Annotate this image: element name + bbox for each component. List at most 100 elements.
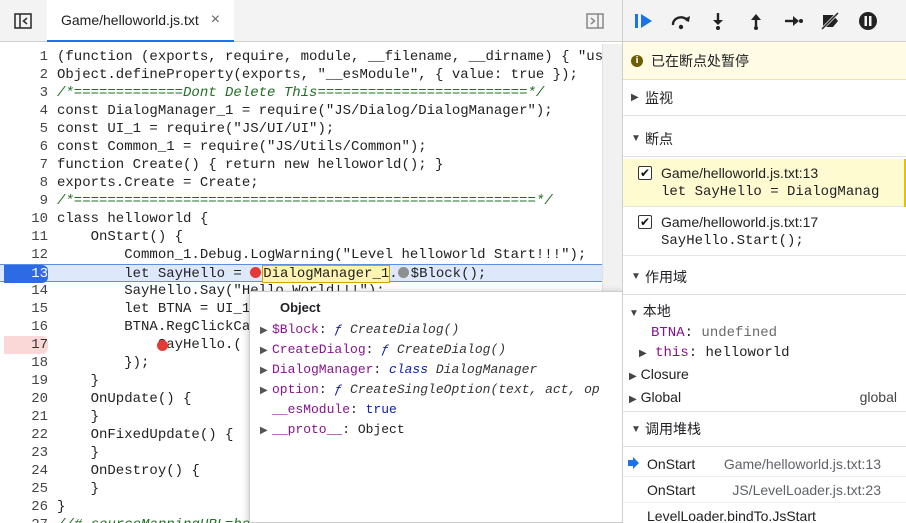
breakpoint-item[interactable]: ✔ Game/helloworld.js.txt:13 let SayHello…	[623, 159, 906, 207]
callstack-section-header[interactable]: ▼ 调用堆栈	[623, 411, 906, 447]
tab-helloworld-file[interactable]: Game/helloworld.js.txt ×	[47, 0, 235, 42]
line-number[interactable]: 24	[0, 462, 48, 480]
object-property[interactable]: ▶ CreateDialog: ƒ CreateDialog()	[260, 340, 620, 360]
scope-closure[interactable]: ▶ Closure	[629, 364, 906, 384]
toggle-navigator-icon[interactable]	[14, 12, 32, 30]
line-number[interactable]: 10	[0, 210, 48, 228]
line-text: }	[57, 444, 99, 462]
code-line[interactable]: 9 /*=====================================…	[0, 192, 602, 210]
code-line[interactable]: 3 /*=============Dont Delete This========…	[0, 84, 602, 102]
line-source: BTNA.RegClickCal	[57, 319, 259, 335]
code-line[interactable]: 13 let SayHello = DialogManager_1. $Block…	[0, 264, 602, 283]
scope-local-label: 本地	[642, 303, 671, 319]
call-frame[interactable]: OnStart JS/LevelLoader.js.txt:23	[623, 477, 906, 503]
watch-section-header[interactable]: ▶ 监视	[623, 80, 906, 116]
code-line[interactable]: 7 function Create() { return new hellowor…	[0, 156, 602, 174]
property-key: $Block	[272, 322, 319, 337]
line-number[interactable]: 11	[0, 228, 48, 246]
line-number[interactable]: 27	[0, 516, 48, 523]
scope-local-header[interactable]: ▼ 本地	[629, 301, 906, 321]
line-source: (function (exports, require, module, __f…	[57, 49, 602, 65]
line-source: }	[57, 409, 100, 425]
scope-var-this[interactable]: ▶ this: helloworld	[639, 343, 906, 363]
line-number[interactable]: 23	[0, 444, 48, 462]
line-source: OnStart() {	[57, 229, 184, 245]
code-line[interactable]: 11 OnStart() {	[0, 228, 602, 246]
line-source: let BTNA = UI_1	[57, 301, 251, 317]
line-number[interactable]: 19	[0, 372, 48, 390]
line-number[interactable]: 16	[0, 318, 48, 336]
line-number[interactable]: 4	[0, 102, 48, 120]
breakpoint-item[interactable]: ✔ Game/helloworld.js.txt:17 SayHello.Sta…	[623, 208, 906, 256]
resume-icon[interactable]	[633, 11, 655, 31]
toggle-debugger-icon[interactable]	[586, 12, 604, 30]
code-line[interactable]: 8 exports.Create = Create;	[0, 174, 602, 192]
line-number[interactable]: 13	[4, 265, 48, 283]
code-line[interactable]: 10 class helloworld {	[0, 210, 602, 228]
line-number[interactable]: 26	[0, 498, 48, 516]
object-property[interactable]: __esModule: true	[260, 400, 620, 420]
scope-global[interactable]: ▶ Global global	[629, 387, 906, 407]
line-text: });	[57, 354, 149, 372]
line-number[interactable]: 14	[0, 282, 48, 300]
line-number[interactable]: 9	[0, 192, 48, 210]
breakpoint-code: SayHello.Start();	[661, 233, 804, 249]
line-source: const UI_1 = require("JS/UI/UI");	[57, 121, 335, 137]
line-number[interactable]: 12	[0, 246, 48, 264]
line-number[interactable]: 20	[0, 390, 48, 408]
line-number[interactable]: 7	[0, 156, 48, 174]
code-line[interactable]: 12 Common_1.Debug.LogWarning("Level hell…	[0, 246, 602, 264]
property-separator: :	[318, 382, 335, 397]
property-key: DialogManager	[272, 362, 374, 377]
line-number[interactable]: 25	[0, 480, 48, 498]
line-number[interactable]: 22	[0, 426, 48, 444]
line-number[interactable]: 15	[0, 300, 48, 318]
line-number[interactable]: 8	[0, 174, 48, 192]
call-frame[interactable]: LevelLoader.bindTo.JsStart	[623, 503, 906, 523]
object-property[interactable]: ▶ option: ƒ CreateSingleOption(text, act,…	[260, 380, 620, 400]
line-number[interactable]: 21	[0, 408, 48, 426]
breakpoint-file: Game/helloworld.js.txt:13	[661, 165, 819, 181]
line-number[interactable]: 18	[0, 354, 48, 372]
line-source: SayHello.(	[57, 337, 242, 353]
step-icon[interactable]	[782, 11, 804, 31]
step-into-icon[interactable]	[707, 11, 729, 31]
line-number[interactable]: 1	[0, 48, 48, 66]
paused-banner: i 已在断点处暂停	[623, 42, 906, 80]
collapse-arrow-icon: ▼	[631, 423, 641, 435]
popover-title: Object	[280, 300, 321, 315]
line-number[interactable]: 6	[0, 138, 48, 156]
code-line[interactable]: 2 Object.defineProperty(exports, "__esMod…	[0, 66, 602, 84]
debugger-toolbar	[623, 0, 906, 42]
line-number[interactable]: 3	[0, 84, 48, 102]
close-tab-icon[interactable]: ×	[211, 11, 220, 29]
code-line[interactable]: 6 const Common_1 = require("JS/Utils/Comm…	[0, 138, 602, 156]
scope-section-header[interactable]: ▼ 作用域	[623, 259, 906, 295]
line-number[interactable]: 5	[0, 120, 48, 138]
inline-breakpoint-icon[interactable]	[250, 267, 262, 278]
pause-on-exceptions-icon[interactable]	[857, 11, 879, 31]
inline-breakpoint-icon[interactable]	[157, 340, 168, 351]
code-line[interactable]: 5 const UI_1 = require("JS/UI/UI");	[0, 120, 602, 138]
property-key: __proto__	[272, 422, 343, 437]
breakpoints-section-header[interactable]: ▼ 断点	[623, 121, 906, 157]
hovered-expression[interactable]: DialogManager_1	[262, 265, 391, 283]
code-line[interactable]: 1 (function (exports, require, module, __…	[0, 48, 602, 66]
step-over-icon[interactable]	[670, 11, 692, 31]
line-source: const DialogManager_1 = require("JS/Dial…	[57, 103, 553, 119]
object-property[interactable]: ▶ __proto__: Object	[260, 420, 620, 440]
object-property[interactable]: ▶ $Block: ƒ CreateDialog()	[260, 320, 620, 340]
call-frame[interactable]: OnStart Game/helloworld.js.txt:13	[623, 451, 906, 477]
scope-var-btna[interactable]: BTNA: undefined	[651, 323, 906, 343]
line-number[interactable]: 2	[0, 66, 48, 84]
object-property[interactable]: ▶ DialogManager: class DialogManager	[260, 360, 620, 380]
deactivate-breakpoints-icon[interactable]	[819, 11, 841, 31]
line-source: });	[57, 355, 150, 371]
inline-breakpoint-icon[interactable]	[397, 267, 409, 278]
breakpoint-checkbox[interactable]: ✔	[638, 215, 652, 229]
paused-text: 已在断点处暂停	[651, 52, 749, 69]
code-line[interactable]: 4 const DialogManager_1 = require("JS/Dia…	[0, 102, 602, 120]
step-out-icon[interactable]	[745, 11, 767, 31]
line-number[interactable]: 17	[4, 336, 48, 354]
breakpoint-checkbox[interactable]: ✔	[638, 166, 652, 180]
